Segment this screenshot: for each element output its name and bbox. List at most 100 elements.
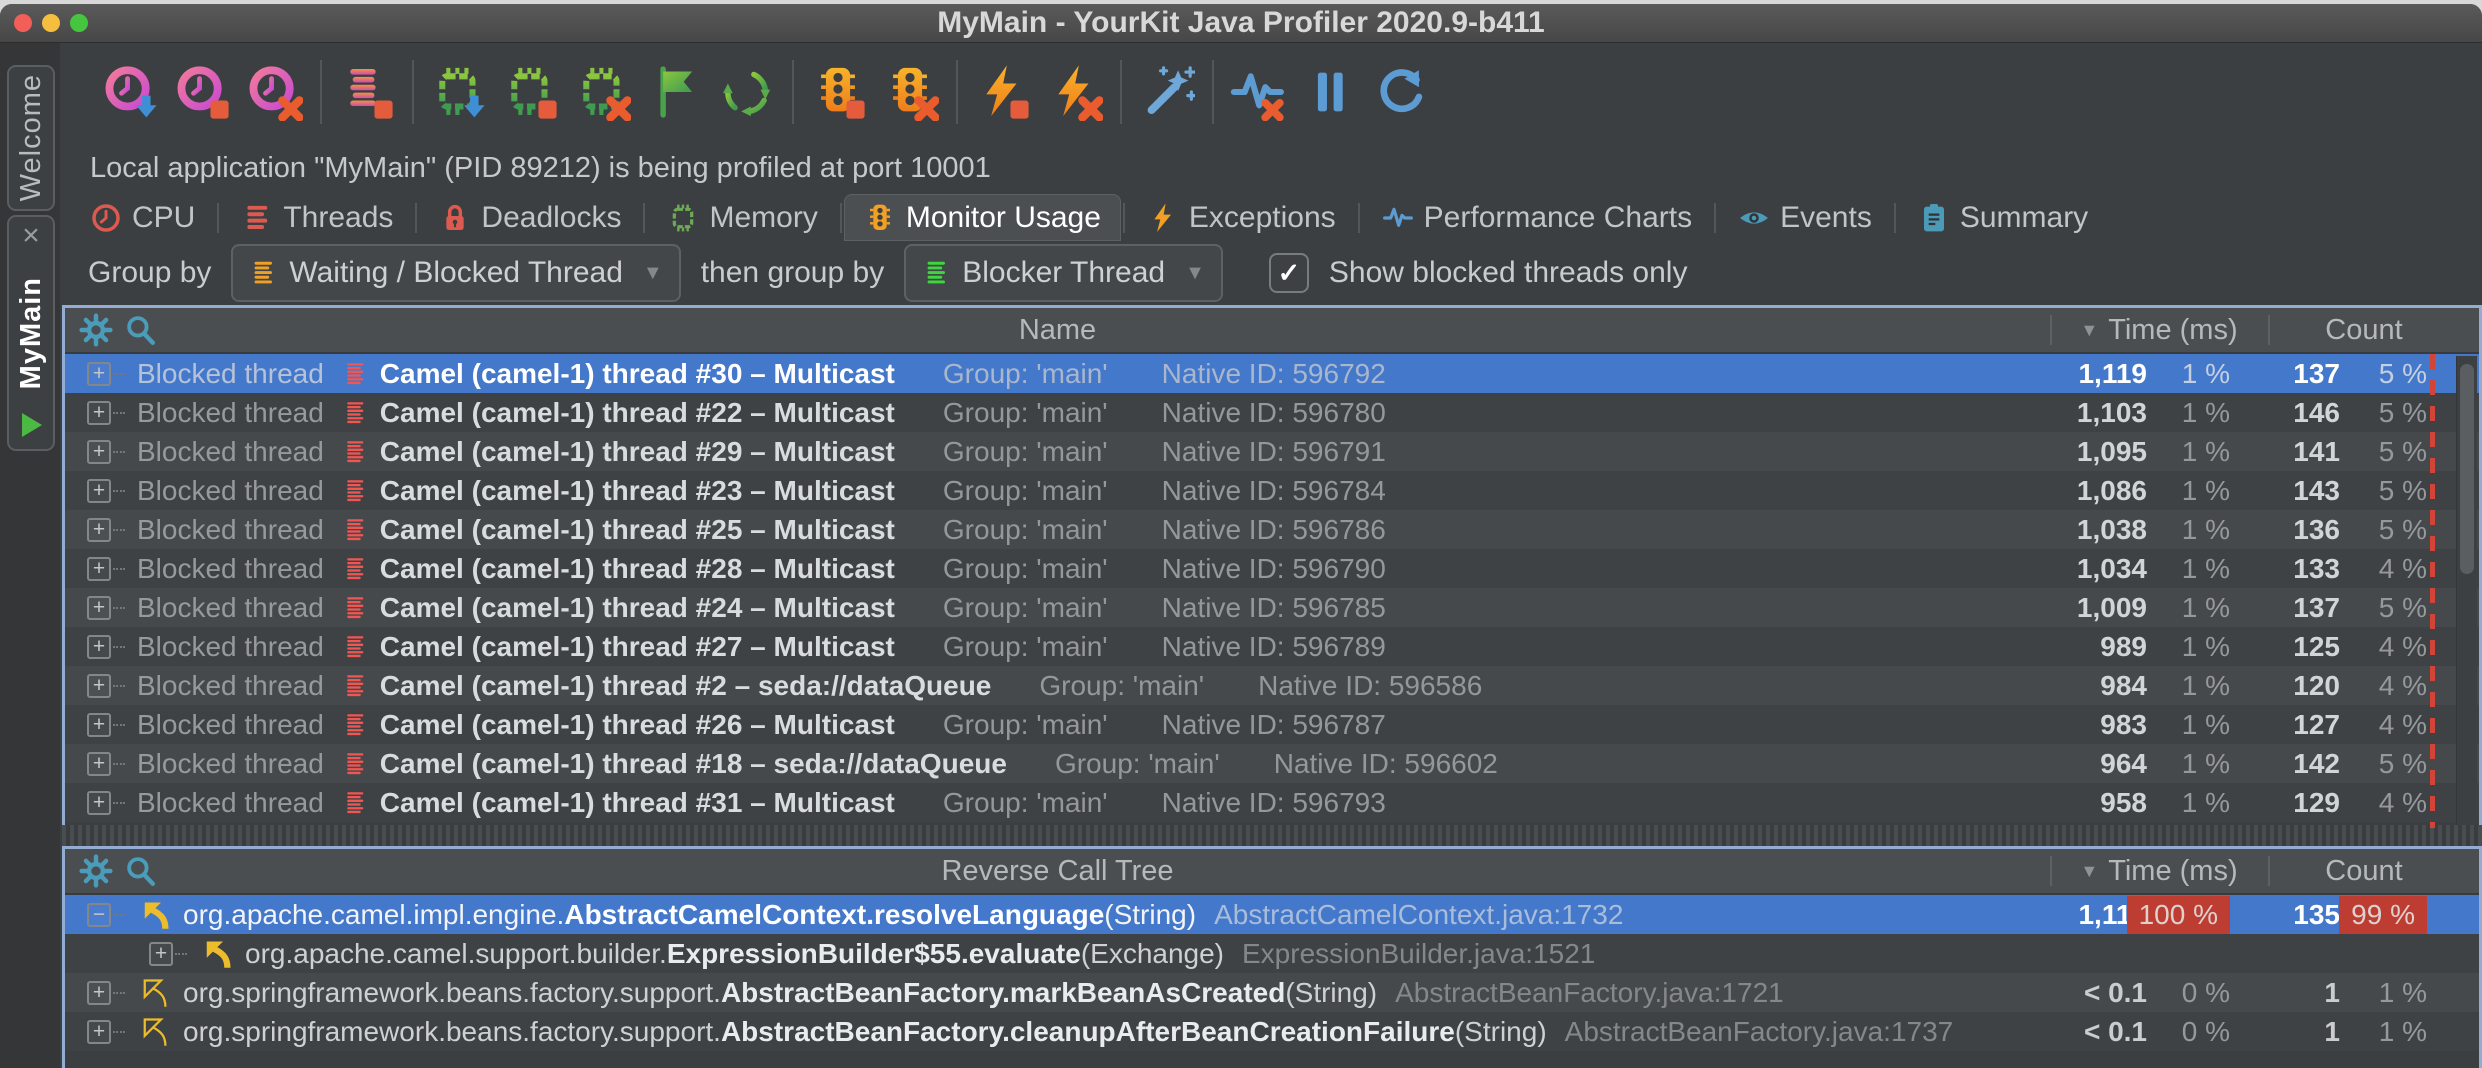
method-package: org.springframework.beans.factory.suppor… [183,1016,721,1048]
force-gc-button[interactable] [716,62,776,122]
sort-desc-icon: ▼ [2080,320,2098,341]
group-by-value: Waiting / Blocked Thread [289,256,623,290]
time-value: 1,095 [2077,436,2147,468]
exception-profiling-stop-button[interactable] [972,62,1032,122]
expand-toggle[interactable]: + [87,1020,111,1044]
thread-row[interactable]: +Blocked threadCamel (camel-1) thread #3… [65,354,2479,393]
group-by-dropdown[interactable]: Waiting / Blocked Thread ▼ [231,244,680,302]
memory-allocation-stop-button[interactable] [500,62,560,122]
expand-toggle[interactable]: + [87,635,111,659]
inspections-wand-button[interactable] [1136,62,1196,122]
expand-toggle[interactable]: + [87,674,111,698]
monitor-profiling-stop-button[interactable] [808,62,868,122]
pause-telemetry-button[interactable] [1300,62,1360,122]
sidebar-tab-welcome[interactable]: Welcome [7,65,55,211]
tab-performance-charts[interactable]: Performance Charts [1362,194,1712,241]
method-name: AbstractBeanFactory.cleanupAfterBeanCrea… [721,1016,1455,1048]
cpu-profiling-stop-button[interactable] [172,62,232,122]
then-group-by-dropdown[interactable]: Blocker Thread ▼ [904,244,1223,302]
tab-memory[interactable]: Memory [647,194,837,241]
expand-toggle[interactable]: + [87,981,111,1005]
scrollbar-thumb[interactable] [2460,364,2474,574]
refresh-button[interactable] [1372,62,1432,122]
panel-splitter[interactable] [62,825,2482,846]
cpu-profiling-start-button[interactable] [100,62,160,122]
tab-summary[interactable]: Summary [1898,194,2108,241]
tab-threads[interactable]: Threads [221,194,413,241]
expand-toggle[interactable]: + [87,479,111,503]
thread-row[interactable]: +Blocked threadCamel (camel-1) thread #2… [65,627,2479,666]
expand-toggle[interactable]: + [87,518,111,542]
count-column-header[interactable]: Count [2268,308,2460,352]
expand-toggle[interactable]: + [87,596,111,620]
thread-row[interactable]: +Blocked threadCamel (camel-1) thread #2… [65,393,2479,432]
count-value: 142 [2293,748,2340,780]
count-column-header[interactable]: Count [2268,849,2460,893]
tab-events[interactable]: Events [1718,194,1892,241]
time-percent: 1 % [2182,397,2230,429]
expand-toggle[interactable]: + [87,362,111,386]
thread-state-label: Blocked thread [137,553,324,585]
method-args: (Exchange) [1081,938,1224,970]
tab-label: Memory [709,201,817,235]
count-value: 127 [2293,709,2340,741]
calltree-row[interactable]: +org.springframework.beans.factory.suppo… [65,973,2479,1012]
set-flag-button[interactable] [644,62,704,122]
expand-toggle[interactable]: + [87,713,111,737]
cpu-clear-button[interactable] [244,62,304,122]
memory-clear-button[interactable] [572,62,632,122]
tab-monitor-usage[interactable]: Monitor Usage [844,194,1121,241]
monitor-clear-button[interactable] [880,62,940,122]
tab-deadlocks[interactable]: Deadlocks [419,194,641,241]
blocked-thread-icon [342,477,368,505]
time-value: 1,086 [2077,475,2147,507]
expand-toggle[interactable]: + [87,791,111,815]
tree-connector [113,646,125,648]
time-column-header[interactable]: ▼ Time (ms) [2050,849,2268,893]
expand-toggle[interactable]: + [87,440,111,464]
expand-toggle[interactable]: + [87,557,111,581]
tab-cpu[interactable]: CPU [70,194,215,241]
time-value: 1,038 [2077,514,2147,546]
tab-exceptions[interactable]: Exceptions [1127,194,1356,241]
sidebar-tab-mymain[interactable]: × MyMain [7,215,55,451]
thread-row[interactable]: +Blocked threadCamel (camel-1) thread #2… [65,705,2479,744]
callee-arrow-icon [141,978,171,1008]
count-percent: 1 % [2379,977,2427,1009]
calltree-row[interactable]: −org.apache.camel.impl.engine.AbstractCa… [65,895,2479,934]
thread-telemetry-button[interactable] [336,62,396,122]
expand-toggle[interactable]: + [87,401,111,425]
telemetry-clear-button[interactable] [1228,62,1288,122]
calltree-row[interactable]: + org.springframework.beans.factory.suppo… [65,1012,2479,1051]
toolbar [60,42,2482,142]
expand-toggle[interactable]: + [87,752,111,776]
thread-row[interactable]: +Blocked threadCamel (camel-1) thread #2… [65,588,2479,627]
expand-toggle[interactable]: − [87,903,111,927]
thread-row[interactable]: +Blocked threadCamel (camel-1) thread #2… [65,471,2479,510]
time-percent: 1 % [2182,592,2230,624]
tab-label: Threads [283,201,393,235]
calltree-row[interactable]: +org.apache.camel.support.builder.Expres… [65,934,2479,973]
time-column-header[interactable]: ▼ Time (ms) [2050,308,2268,352]
tab-label: CPU [132,201,195,235]
close-session-icon[interactable]: × [9,221,53,251]
tab-label: Deadlocks [481,201,621,235]
thread-row[interactable]: +Blocked threadCamel (camel-1) thread #2… [65,510,2479,549]
thread-row[interactable]: +Blocked threadCamel (camel-1) thread #2… [65,432,2479,471]
thread-row[interactable]: +Blocked threadCamel (camel-1) thread #2… [65,666,2479,705]
exception-clear-button[interactable] [1044,62,1104,122]
vertical-scrollbar[interactable] [2456,356,2477,826]
thread-group: Group: 'main' [943,709,1108,741]
then-group-by-label: then group by [701,256,884,290]
thread-row[interactable]: +Blocked threadCamel (camel-1) thread #2… [65,549,2479,588]
thread-row[interactable]: +Blocked threadCamel (camel-1) thread #1… [65,744,2479,783]
name-column-header[interactable]: Name [65,308,2050,352]
tree-connector [113,763,125,765]
thread-row[interactable]: +Blocked threadCamel (camel-1) thread #3… [65,783,2479,822]
memory-snapshot-button[interactable] [428,62,488,122]
show-blocked-checkbox[interactable]: ✓ [1269,253,1309,293]
then-group-by-value: Blocker Thread [962,256,1165,290]
blocked-thread-icon [342,594,368,622]
tab-separator [840,203,842,233]
expand-toggle[interactable]: + [149,942,173,966]
